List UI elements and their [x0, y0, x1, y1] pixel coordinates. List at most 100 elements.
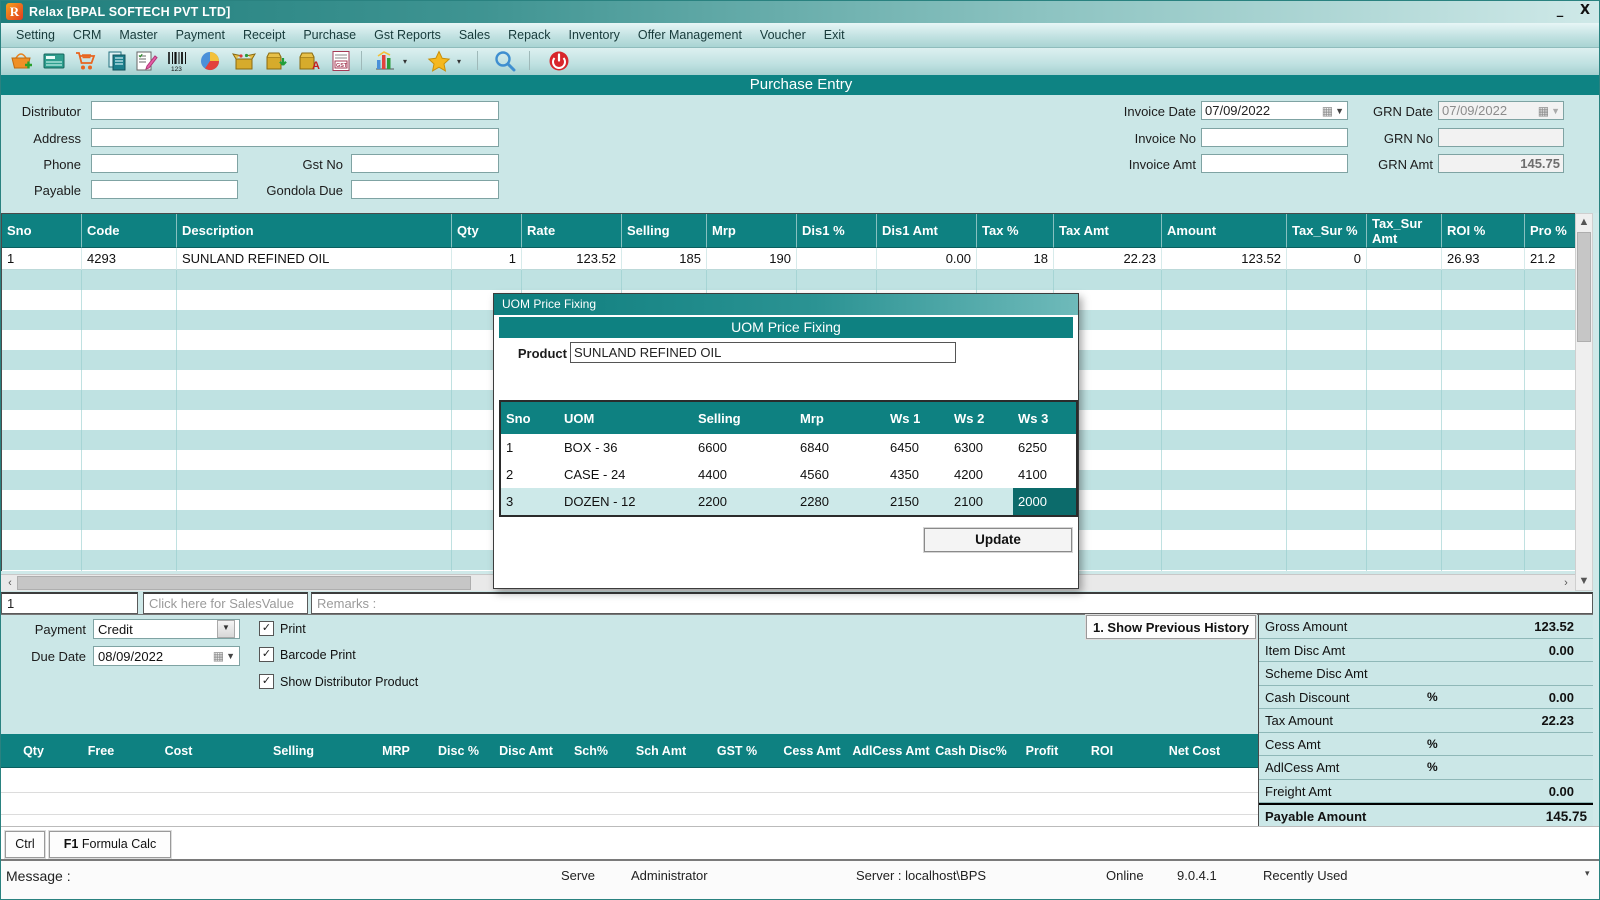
ucell[interactable]: 2	[501, 461, 559, 488]
gst-no-input[interactable]	[351, 154, 499, 173]
vertical-scrollbar[interactable]: ▲ ▼	[1575, 213, 1593, 591]
col-taxsur-pct[interactable]: Tax_Sur %	[1287, 214, 1367, 248]
barcode-icon[interactable]: 123	[166, 50, 190, 72]
barcode-print-checkbox[interactable]: ✓ Barcode Print	[259, 647, 356, 662]
ucell[interactable]: 4200	[949, 461, 1013, 488]
horizontal-scroll-thumb[interactable]	[17, 576, 471, 590]
cell-dis1-pct[interactable]	[797, 248, 877, 270]
invoice-amt-input[interactable]	[1201, 154, 1348, 173]
col-code[interactable]: Code	[82, 214, 177, 248]
col-taxsur-amt[interactable]: Tax_Sur Amt	[1367, 214, 1442, 248]
order-checklist-icon[interactable]	[134, 50, 158, 72]
cell-description[interactable]: SUNLAND REFINED OIL	[177, 248, 452, 270]
col-qty[interactable]: Qty	[452, 214, 522, 248]
uom-row-case[interactable]: 2 CASE - 24 4400 4560 4350 4200 4100	[501, 461, 1076, 488]
chevron-down-icon[interactable]: ▾	[1585, 868, 1590, 879]
payment-select[interactable]: Credit ▼	[93, 619, 240, 639]
cell-tax-amt[interactable]: 22.23	[1054, 248, 1162, 270]
remarks-box[interactable]: Remarks :	[311, 592, 1593, 614]
bar-chart-icon[interactable]	[373, 50, 397, 72]
ucell[interactable]: 2150	[885, 488, 949, 515]
cell-taxsur-amt[interactable]	[1367, 248, 1442, 270]
vertical-scroll-thumb[interactable]	[1577, 232, 1591, 342]
cell-selling[interactable]: 185	[622, 248, 707, 270]
ucell[interactable]: 6450	[885, 434, 949, 461]
power-icon[interactable]	[547, 50, 571, 72]
ucell[interactable]: 2200	[693, 488, 795, 515]
due-date-picker[interactable]: 08/09/2022 ▦ ▼	[93, 646, 240, 666]
menu-offer-management[interactable]: Offer Management	[629, 23, 751, 47]
open-box-icon[interactable]	[232, 50, 256, 72]
sales-value-link[interactable]: Click here for SalesValue	[143, 592, 308, 614]
uom-row-box[interactable]: 1 BOX - 36 6600 6840 6450 6300 6250	[501, 434, 1076, 461]
col-pro-pct[interactable]: Pro %	[1525, 214, 1576, 248]
menu-purchase[interactable]: Purchase	[294, 23, 365, 47]
col-tax-amt[interactable]: Tax Amt	[1054, 214, 1162, 248]
cell-qty[interactable]: 1	[452, 248, 522, 270]
address-input[interactable]	[91, 128, 499, 147]
ucell[interactable]: 3	[501, 488, 559, 515]
ucell[interactable]: DOZEN - 12	[559, 488, 693, 515]
scroll-up-icon[interactable]: ▲	[1576, 215, 1592, 230]
dialog-title-bar[interactable]: UOM Price Fixing	[494, 294, 1078, 315]
cart-icon[interactable]	[74, 50, 98, 72]
menu-sales[interactable]: Sales	[450, 23, 499, 47]
col-amount[interactable]: Amount	[1162, 214, 1287, 248]
menu-repack[interactable]: Repack	[499, 23, 559, 47]
cell-rate[interactable]: 123.52	[522, 248, 622, 270]
items-grid-row[interactable]: 1 4293 SUNLAND REFINED OIL 1 123.52 185 …	[2, 248, 1575, 270]
payable-input[interactable]	[91, 180, 238, 199]
ucell[interactable]: 6300	[949, 434, 1013, 461]
menu-receipt[interactable]: Receipt	[234, 23, 294, 47]
chevron-down-icon[interactable]: ▼	[217, 620, 235, 638]
menu-setting[interactable]: Setting	[7, 23, 64, 47]
invoice-date-picker[interactable]: 07/09/2022 ▦▼	[1201, 101, 1348, 120]
status-recently-used[interactable]: Recently Used	[1263, 868, 1348, 883]
cell-dis1-amt[interactable]: 0.00	[877, 248, 977, 270]
cell-pro-pct[interactable]: 21.2	[1525, 248, 1576, 270]
ucell[interactable]: 2280	[795, 488, 885, 515]
col-sno[interactable]: Sno	[2, 214, 82, 248]
line-number-box[interactable]: 1	[1, 592, 138, 614]
close-button[interactable]: X	[1576, 3, 1594, 18]
menu-voucher[interactable]: Voucher	[751, 23, 815, 47]
uom-row-dozen[interactable]: 3 DOZEN - 12 2200 2280 2150 2100 2000	[501, 488, 1076, 515]
favorites-star-icon[interactable]	[427, 50, 451, 72]
ucell[interactable]: 2100	[949, 488, 1013, 515]
col-tax-pct[interactable]: Tax %	[977, 214, 1054, 248]
col-mrp[interactable]: Mrp	[707, 214, 797, 248]
col-description[interactable]: Description	[177, 214, 452, 248]
formula-calc-button[interactable]: F1 Formula Calc	[49, 831, 171, 858]
scroll-right-icon[interactable]: ›	[1559, 576, 1573, 591]
menu-crm[interactable]: CRM	[64, 23, 110, 47]
ucell[interactable]: BOX - 36	[559, 434, 693, 461]
ucell[interactable]: 4560	[795, 461, 885, 488]
billing-copy-icon[interactable]	[105, 50, 129, 72]
print-checkbox[interactable]: ✓ Print	[259, 621, 306, 636]
ucell[interactable]: 4100	[1013, 461, 1076, 488]
ucell[interactable]: 6840	[795, 434, 885, 461]
ucell[interactable]: CASE - 24	[559, 461, 693, 488]
cell-code[interactable]: 4293	[82, 248, 177, 270]
ucell[interactable]: 1	[501, 434, 559, 461]
col-dis1-amt[interactable]: Dis1 Amt	[877, 214, 977, 248]
show-distributor-checkbox[interactable]: ✓ Show Distributor Product	[259, 674, 418, 689]
scroll-left-icon[interactable]: ‹	[3, 576, 17, 591]
cell-taxsur-pct[interactable]: 0	[1287, 248, 1367, 270]
pie-chart-icon[interactable]	[199, 50, 223, 72]
cell-sno[interactable]: 1	[2, 248, 82, 270]
sales-form-icon[interactable]	[42, 50, 66, 72]
menu-inventory[interactable]: Inventory	[560, 23, 629, 47]
basket-add-icon[interactable]	[9, 50, 33, 72]
ucell[interactable]: 6600	[693, 434, 795, 461]
cell-mrp[interactable]: 190	[707, 248, 797, 270]
ucell[interactable]: 4400	[693, 461, 795, 488]
distributor-input[interactable]	[91, 101, 499, 120]
gondola-due-input[interactable]	[351, 180, 499, 199]
col-roi-pct[interactable]: ROI %	[1442, 214, 1525, 248]
menu-master[interactable]: Master	[110, 23, 166, 47]
ctrl-button[interactable]: Ctrl	[5, 831, 45, 858]
inward-box-icon[interactable]	[264, 50, 288, 72]
scroll-down-icon[interactable]: ▼	[1576, 574, 1592, 589]
ucell-selected[interactable]: 2000	[1013, 488, 1076, 515]
